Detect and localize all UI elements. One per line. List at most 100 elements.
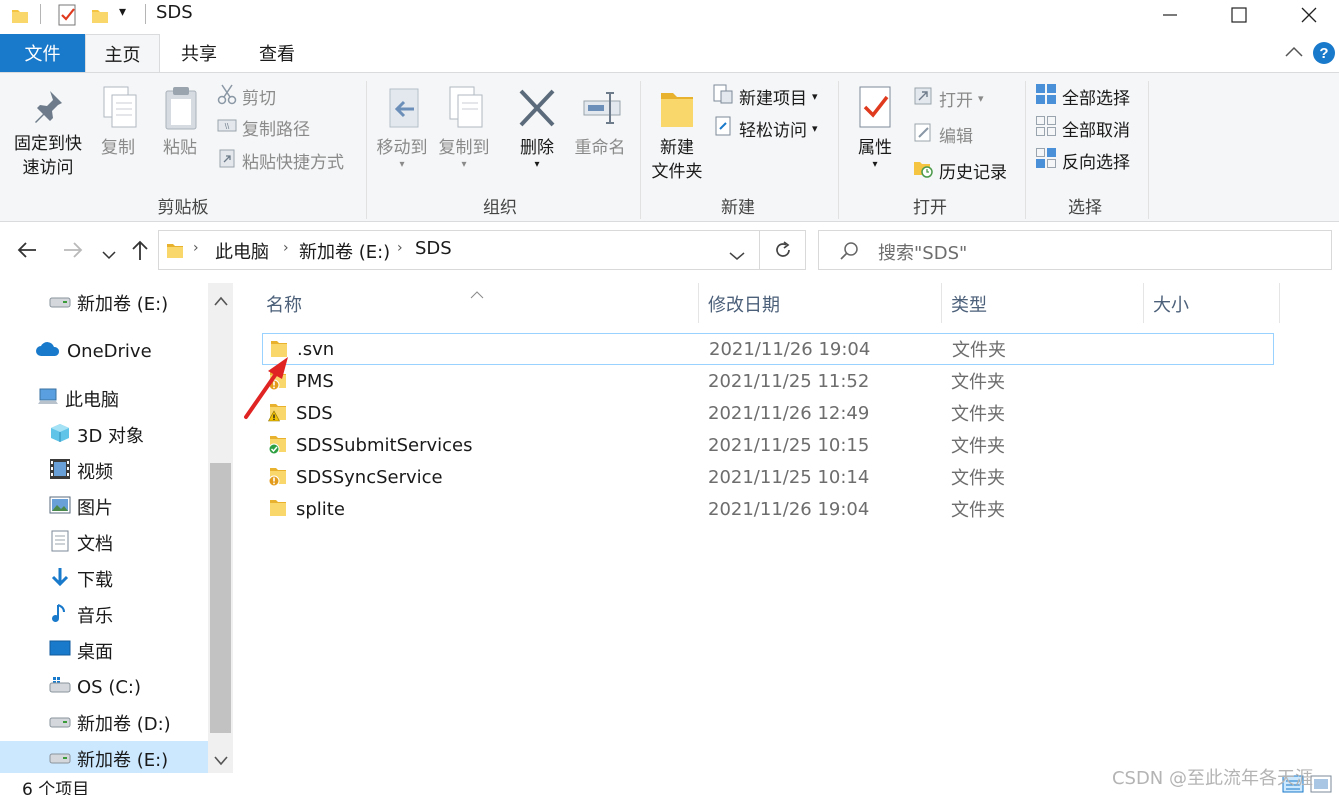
nav-item-desktop[interactable]: 桌面	[0, 633, 208, 669]
select-all-label: 全部选择	[1062, 89, 1130, 109]
nav-item-drive-c[interactable]: OS (C:)	[0, 669, 208, 705]
help-icon[interactable]: ?	[1312, 41, 1336, 70]
nav-item-this-pc[interactable]: 此电脑	[0, 381, 208, 417]
invert-selection-button[interactable]: 反向选择	[1035, 147, 1130, 174]
collapse-ribbon-icon[interactable]	[1284, 43, 1304, 64]
nav-item-3d-objects[interactable]: 3D 对象	[0, 417, 208, 453]
tab-share[interactable]: 共享	[160, 34, 238, 72]
paste-shortcut-button[interactable]: 粘贴快捷方式	[217, 147, 344, 174]
easy-access-button[interactable]: 轻松访问 ▾	[712, 115, 818, 142]
file-list: 名称 修改日期 类型 大小 .svn 2021/11/26 19:04 文件夹 PMS…	[240, 283, 1339, 773]
history-label: 历史记录	[939, 163, 1007, 183]
properties-button[interactable]: 属性 ▾	[848, 85, 902, 170]
tab-view[interactable]: 查看	[238, 34, 316, 72]
nav-item-documents[interactable]: 文档	[0, 525, 208, 561]
copy-icon	[100, 85, 140, 136]
minimize-button[interactable]	[1147, 0, 1193, 30]
nav-item-onedrive[interactable]: OneDrive	[0, 333, 208, 369]
paste-button[interactable]: 粘贴	[158, 85, 202, 160]
pin-label-2: 速访问	[22, 158, 74, 178]
easy-access-icon	[712, 115, 734, 142]
navigation-pane: 新加卷 (E:) OneDrive 此电脑 3D 对象 视频 图片 文档 下载 …	[0, 283, 233, 777]
history-button[interactable]: 历史记录	[912, 157, 1007, 184]
nav-label: OneDrive	[67, 340, 152, 362]
column-header-modified[interactable]: 修改日期	[708, 291, 780, 317]
nav-item-drive-d[interactable]: 新加卷 (D:)	[0, 705, 208, 741]
file-row[interactable]: SDSSyncService 2021/11/25 10:14 文件夹	[262, 461, 1274, 493]
select-none-button[interactable]: 全部取消	[1035, 115, 1130, 142]
file-type: 文件夹	[951, 436, 1005, 457]
recent-locations-chevron-icon[interactable]	[102, 244, 116, 265]
column-header-name[interactable]: 名称	[266, 291, 302, 317]
edit-button[interactable]: 编辑	[912, 121, 973, 148]
properties-qat-icon[interactable]	[57, 3, 79, 32]
nav-scrollbar-thumb[interactable]	[210, 463, 231, 733]
paste-label: 粘贴	[163, 138, 197, 158]
breadcrumb-sds[interactable]: SDS	[415, 238, 452, 259]
window-title: SDS	[156, 2, 193, 23]
column-header-type[interactable]: 类型	[951, 291, 987, 317]
tab-file[interactable]: 文件	[0, 34, 85, 72]
desktop-icon	[49, 639, 71, 664]
file-name: .svn	[297, 338, 335, 360]
tab-home[interactable]: 主页	[85, 34, 160, 73]
pin-quick-access-button[interactable]: 固定到快 速访问	[8, 87, 88, 180]
open-group-label: 打开	[913, 198, 947, 218]
folder-icon	[268, 497, 290, 524]
column-header-size[interactable]: 大小	[1153, 291, 1189, 317]
drive-icon	[49, 293, 71, 314]
up-arrow-icon[interactable]	[130, 239, 150, 266]
new-folder-label-2: 文件夹	[651, 162, 703, 182]
folder-icon	[268, 433, 290, 460]
breadcrumb-this-pc[interactable]: 此电脑	[215, 238, 269, 264]
maximize-button[interactable]	[1216, 0, 1262, 30]
search-box[interactable]: 搜索"SDS"	[818, 230, 1332, 270]
select-all-button[interactable]: 全部选择	[1035, 83, 1130, 110]
copy-label: 复制	[101, 138, 135, 158]
nav-item-music[interactable]: 音乐	[0, 597, 208, 633]
cut-button[interactable]: 剪切	[217, 83, 276, 110]
file-row[interactable]: .svn 2021/11/26 19:04 文件夹	[262, 333, 1274, 365]
open-button[interactable]: 打开 ▾	[912, 85, 984, 112]
nav-item-drive-e-selected[interactable]: 新加卷 (E:)	[0, 741, 208, 777]
properties-icon	[856, 85, 902, 136]
address-dropdown-chevron-icon[interactable]	[729, 245, 745, 266]
move-to-button[interactable]: 移动到 ▾	[372, 85, 432, 170]
copy-to-chevron-icon: ▾	[461, 159, 467, 170]
new-item-button[interactable]: 新建项目 ▾	[712, 83, 818, 110]
file-row[interactable]: SDSSubmitServices 2021/11/25 10:15 文件夹	[262, 429, 1274, 461]
scroll-up-chevron-icon[interactable]	[213, 291, 229, 312]
nav-item-drive-e-top[interactable]: 新加卷 (E:)	[0, 285, 208, 321]
nav-item-downloads[interactable]: 下载	[0, 561, 208, 597]
copy-button[interactable]: 复制	[96, 85, 140, 160]
large-icons-view-icon[interactable]	[1310, 775, 1332, 795]
copy-path-button[interactable]: \\ 复制路径	[217, 115, 310, 140]
file-row[interactable]: splite 2021/11/26 19:04 文件夹	[262, 493, 1274, 525]
breadcrumb-drive-e[interactable]: 新加卷 (E:)	[299, 238, 390, 264]
new-folder-icon	[657, 85, 708, 136]
delete-chevron-icon: ▾	[534, 159, 540, 170]
forward-arrow-icon[interactable]	[62, 240, 84, 265]
file-row[interactable]: SDS 2021/11/26 12:49 文件夹	[262, 397, 1274, 429]
breadcrumb-separator-icon: ›	[193, 240, 199, 256]
copy-to-button[interactable]: 复制到 ▾	[434, 85, 494, 170]
address-bar[interactable]: › 此电脑 › 新加卷 (E:) › SDS	[158, 230, 806, 270]
rename-button[interactable]: 重命名	[570, 85, 630, 160]
scroll-down-chevron-icon[interactable]	[213, 751, 229, 772]
refresh-icon[interactable]	[773, 240, 793, 265]
file-row[interactable]: PMS 2021/11/25 11:52 文件夹	[262, 365, 1274, 397]
nav-item-videos[interactable]: 视频	[0, 453, 208, 489]
delete-button[interactable]: 删除 ▾	[510, 85, 564, 170]
file-name: SDSSubmitServices	[296, 434, 473, 456]
select-none-label: 全部取消	[1062, 121, 1130, 141]
back-arrow-icon[interactable]	[16, 240, 38, 265]
nav-item-pictures[interactable]: 图片	[0, 489, 208, 525]
cloud-icon	[35, 340, 61, 363]
search-placeholder: 搜索"SDS"	[878, 243, 968, 264]
close-button[interactable]	[1286, 0, 1332, 30]
new-folder-button[interactable]: 新建 文件夹	[646, 85, 708, 184]
document-icon	[49, 530, 71, 557]
copy-to-icon	[446, 85, 494, 136]
new-folder-qat-icon[interactable]	[90, 5, 110, 30]
qat-dropdown-icon[interactable]: ▾	[119, 4, 126, 20]
